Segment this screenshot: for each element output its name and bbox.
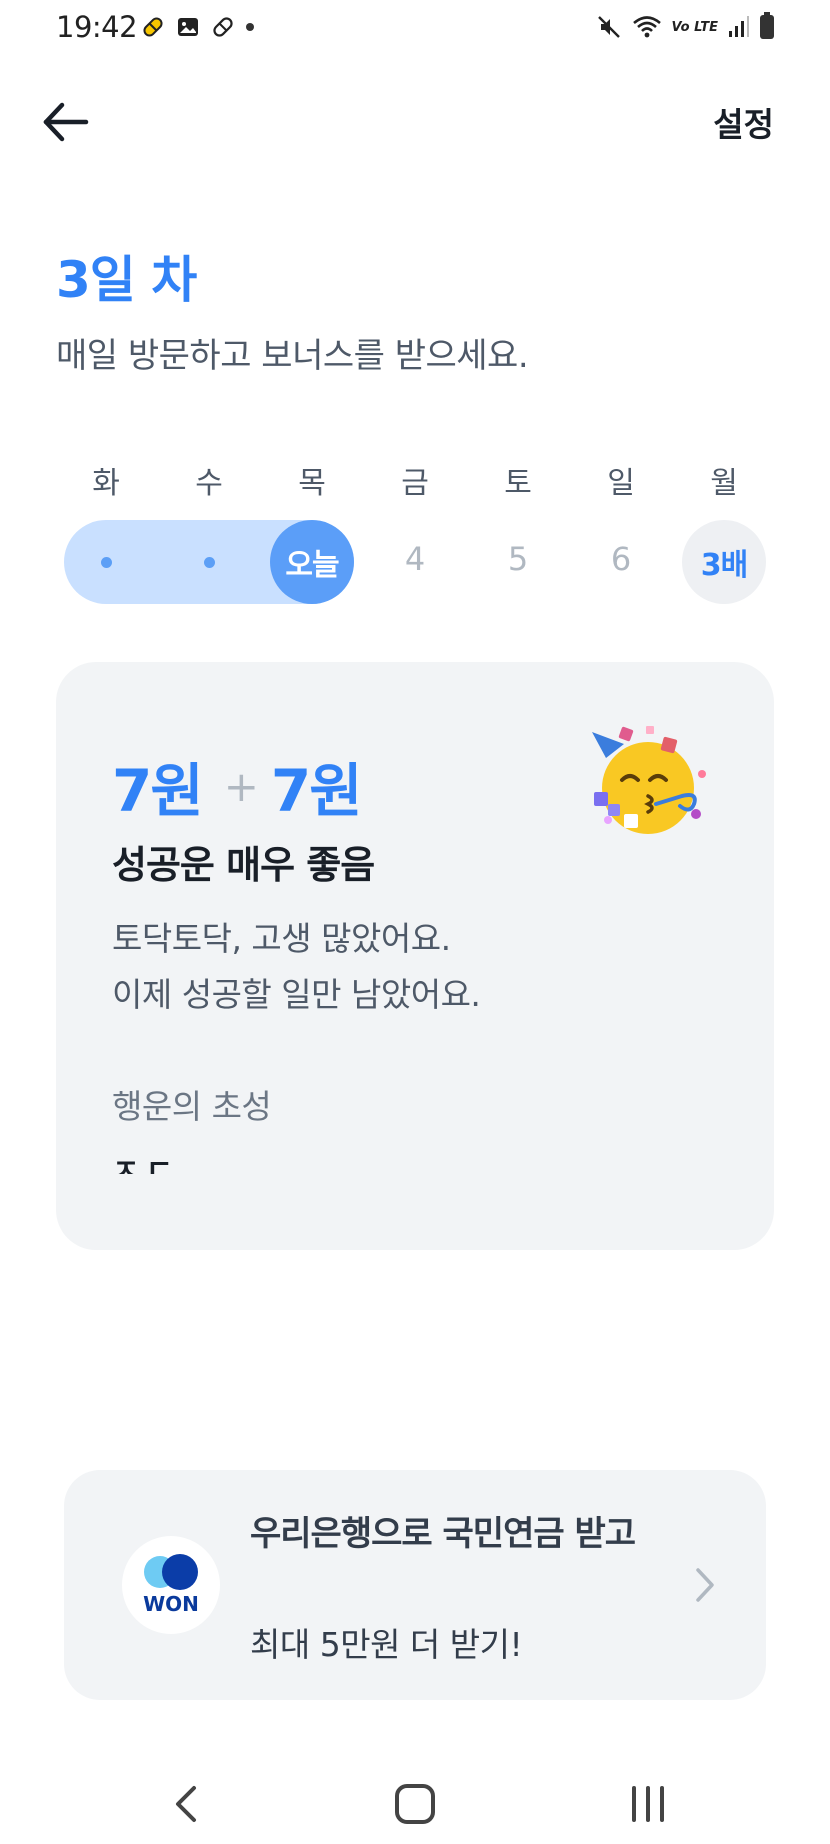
won-logo: WON [122,1536,220,1634]
day-number: 4 [404,540,426,578]
promo-subtitle: 최대 5만원 더 받기! [250,1625,523,1664]
nav-home-icon[interactable] [385,1774,445,1834]
back-button[interactable] [40,94,96,150]
weekday-label: 목 [298,466,326,501]
notification-icons [140,14,254,40]
pill-icon [143,17,163,37]
today-marker: 오늘 [270,520,354,604]
signal-icon [729,16,749,37]
promo-title: 우리은행으로 국민연금 받고 [250,1514,636,1554]
weekday-label: 화 [92,466,120,501]
arrow-left-icon [43,102,89,142]
volte-icon: Vo LTE [671,19,718,35]
weekday-label: 토 [504,466,532,501]
fortune-card: 7원 + 7원 성공운 매우 좋음 토닥토닥, 고생 많았어요. 이제 성공할 … [56,662,774,1250]
nav-back-icon[interactable] [156,1774,216,1834]
mute-icon [597,16,620,38]
completed-day-dot [101,557,112,568]
status-bar: 19:42 Vo LTE [0,0,830,60]
battery-icon [760,12,774,39]
weekday-label: 일 [607,466,635,501]
day-number: 6 [610,540,632,578]
day-number: 5 [507,540,529,578]
settings-button[interactable]: 설정 [713,98,774,146]
logo-text: WON [143,1592,199,1616]
weekday-label: 월 [710,466,738,501]
weekday-label: 수 [195,466,223,501]
status-time: 19:42 [56,10,138,44]
nav-recents-icon[interactable] [618,1774,678,1834]
logo-circle-dark [162,1554,198,1590]
bonus-day-marker: 3배 [682,520,766,604]
base-reward: 7원 [112,757,204,825]
fortune-message: 토닥토닥, 고생 많았어요. [112,919,451,958]
link-icon [213,17,233,37]
lucky-initials-value: ㅈㄷ [112,1154,180,1174]
reward-amount-row: 7원 + 7원 [112,744,363,828]
chevron-right-icon [696,1568,714,1602]
system-navigation-bar [0,1760,830,1844]
bonus-reward: 7원 [270,757,363,825]
weekday-label: 금 [401,466,429,501]
completed-day-dot [204,557,215,568]
dot-icon [246,23,254,31]
bank-promo-banner[interactable]: WON 우리은행으로 국민연금 받고 최대 5만원 더 받기! [64,1470,766,1700]
day-count-title: 3일 차 [56,251,197,309]
plus-sign: + [223,761,259,811]
lucky-initials-label: 행운의 초성 [112,1087,272,1126]
attendance-subtitle: 매일 방문하고 보너스를 받으세요. [56,336,529,376]
wifi-icon [632,16,661,38]
image-icon [178,18,198,36]
system-icons: Vo LTE [596,12,774,40]
party-face-icon [592,726,706,834]
fortune-title: 성공운 매우 좋음 [112,843,375,887]
fortune-message: 이제 성공할 일만 남았어요. [112,975,481,1014]
